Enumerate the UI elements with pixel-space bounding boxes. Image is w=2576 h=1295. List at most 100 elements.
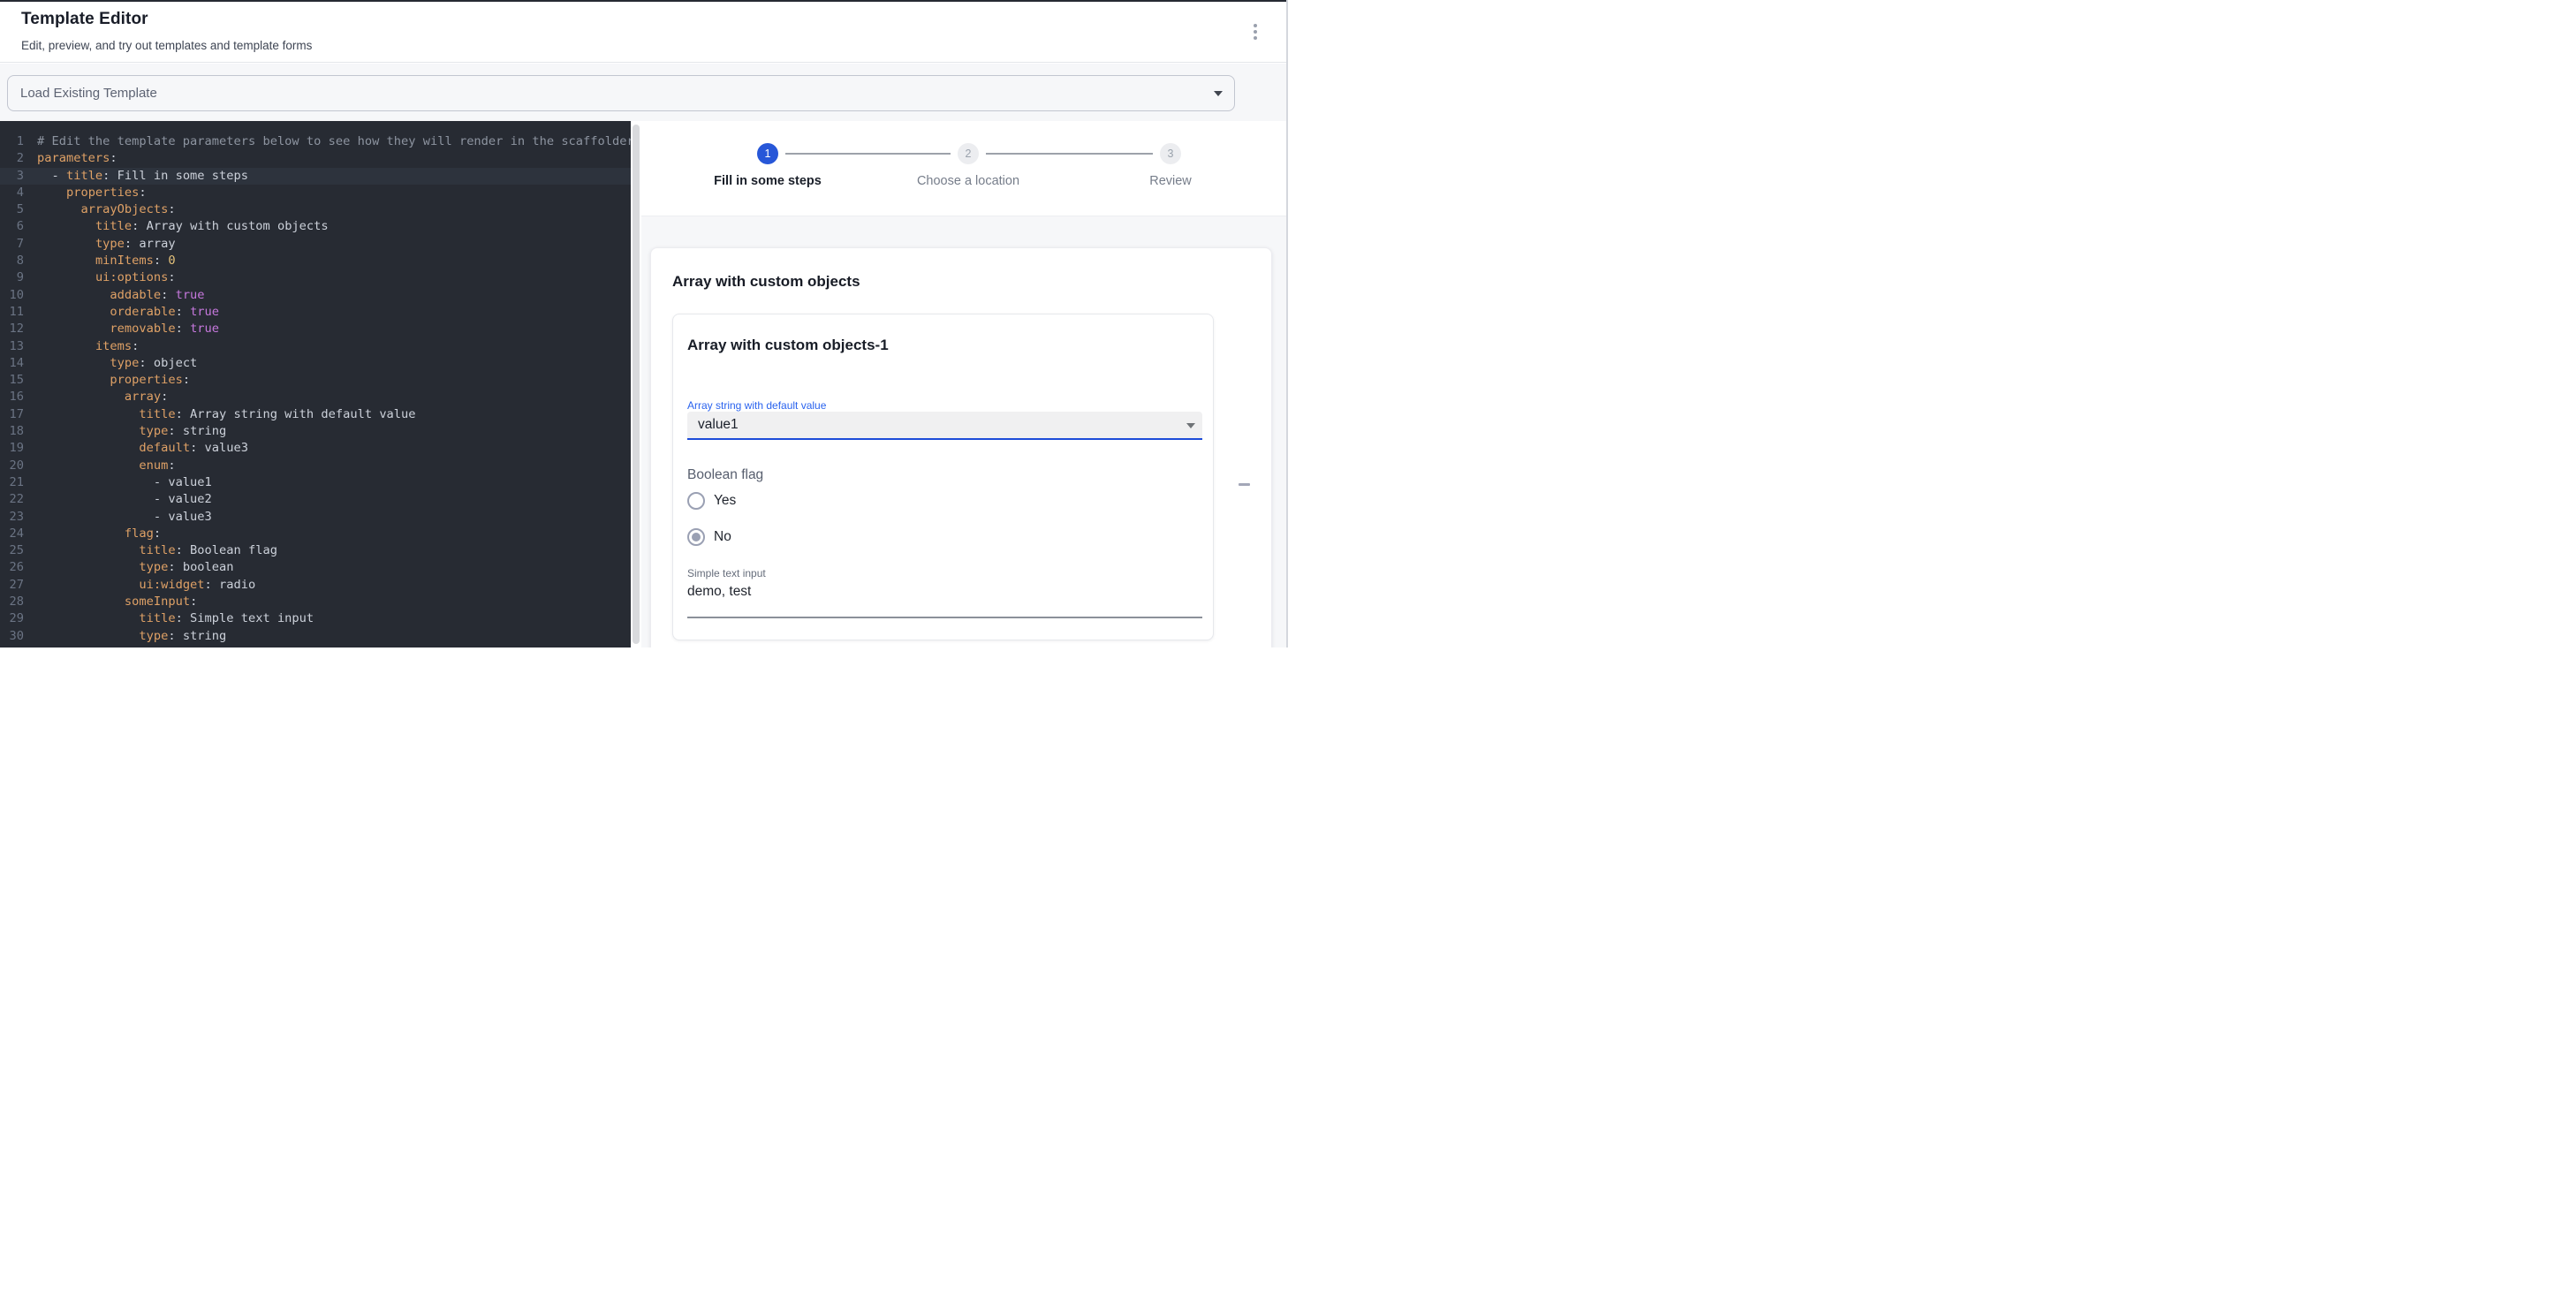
minus-icon — [1239, 483, 1250, 486]
code-line: 27 ui:widget: radio — [0, 577, 631, 594]
dropdown-arrow-icon — [1214, 91, 1223, 96]
code-line: 7 type: array — [0, 236, 631, 253]
code-line: 22 - value2 — [0, 491, 631, 508]
line-number: 10 — [0, 287, 30, 304]
line-number: 13 — [0, 338, 30, 355]
stepper: 1 2 3 Fill in some steps Choose a locati… — [641, 121, 1286, 216]
code-line: 5 arrayObjects: — [0, 201, 631, 218]
line-number: 6 — [0, 218, 30, 235]
line-number: 3 — [0, 168, 30, 185]
code-line: 9 ui:options: — [0, 269, 631, 286]
line-number: 14 — [0, 355, 30, 372]
text-input-underline — [687, 617, 1202, 618]
radio-yes-circle[interactable] — [687, 492, 705, 510]
form-paper: Array with custom objects Array with cus… — [650, 247, 1272, 648]
code-line: 6 title: Array with custom objects — [0, 218, 631, 235]
array-item-title: Array with custom objects-1 — [687, 337, 889, 354]
boolean-flag-label: Boolean flag — [687, 467, 763, 483]
line-number: 18 — [0, 423, 30, 440]
array-section-title: Array with custom objects — [672, 273, 860, 291]
radio-no-circle[interactable] — [687, 528, 705, 546]
line-number: 16 — [0, 389, 30, 405]
code-line: 26 type: boolean — [0, 559, 631, 576]
code-line: 29 title: Simple text input — [0, 610, 631, 627]
step-2-circle[interactable]: 2 — [958, 143, 979, 164]
line-number: 11 — [0, 304, 30, 321]
code-line: 12 removable: true — [0, 321, 631, 337]
yaml-code-editor[interactable]: 1# Edit the template parameters below to… — [0, 121, 631, 648]
code-line: 17 title: Array string with default valu… — [0, 406, 631, 423]
step-3-circle[interactable]: 3 — [1160, 143, 1181, 164]
editor-scrollbar-track — [631, 121, 641, 648]
code-line: 1# Edit the template parameters below to… — [0, 133, 631, 150]
code-line: 14 type: object — [0, 355, 631, 372]
radio-selected-dot — [692, 533, 701, 541]
code-line: 8 minItems: 0 — [0, 253, 631, 269]
toolbar: Load Existing Template — [0, 64, 1286, 121]
code-line: 23 - value3 — [0, 509, 631, 526]
line-number: 28 — [0, 594, 30, 610]
line-number: 23 — [0, 509, 30, 526]
simple-text-input[interactable]: demo, test — [687, 584, 751, 600]
line-number: 1 — [0, 133, 30, 150]
code-line: 20 enum: — [0, 458, 631, 474]
step-connector — [785, 153, 951, 155]
radio-option-yes[interactable]: Yes — [687, 490, 736, 511]
code-line: 2parameters: — [0, 150, 631, 167]
line-number: 7 — [0, 236, 30, 253]
remove-array-item-button[interactable] — [1231, 474, 1257, 494]
code-line: 10 addable: true — [0, 287, 631, 304]
code-line: 15 properties: — [0, 372, 631, 389]
code-line: 11 orderable: true — [0, 304, 631, 321]
template-editor-app: Template Editor Edit, preview, and try o… — [0, 0, 1288, 648]
line-number: 24 — [0, 526, 30, 542]
line-number: 12 — [0, 321, 30, 337]
line-number: 29 — [0, 610, 30, 627]
line-number: 20 — [0, 458, 30, 474]
select-field-label: Array string with default value — [687, 399, 826, 412]
line-number: 26 — [0, 559, 30, 576]
load-existing-template-select[interactable]: Load Existing Template — [7, 75, 1235, 111]
line-number: 15 — [0, 372, 30, 389]
main-content: 1# Edit the template parameters below to… — [0, 121, 1286, 648]
code-line: 13 items: — [0, 338, 631, 355]
select-value: value1 — [698, 417, 739, 433]
line-number: 5 — [0, 201, 30, 218]
line-number: 9 — [0, 269, 30, 286]
page-subtitle: Edit, preview, and try out templates and… — [21, 39, 312, 52]
code-line: 30 type: string — [0, 628, 631, 645]
code-line: 16 array: — [0, 389, 631, 405]
form-preview-panel: 1 2 3 Fill in some steps Choose a locati… — [641, 121, 1286, 648]
code-line: 18 type: string — [0, 423, 631, 440]
text-field-label: Simple text input — [687, 567, 766, 579]
array-item-card: Array with custom objects-1 Array string… — [672, 314, 1214, 640]
line-number: 27 — [0, 577, 30, 594]
select-caret-icon — [1186, 423, 1195, 428]
radio-option-no[interactable]: No — [687, 526, 731, 548]
array-string-select[interactable]: value1 — [687, 412, 1202, 440]
step-2-label: Choose a location — [871, 174, 1065, 188]
line-number: 4 — [0, 185, 30, 201]
code-line: 4 properties: — [0, 185, 631, 201]
kebab-menu-icon — [1254, 24, 1257, 27]
step-connector — [986, 153, 1153, 155]
step-3-label: Review — [1073, 174, 1268, 188]
code-line: 28 someInput: — [0, 594, 631, 610]
line-number: 19 — [0, 440, 30, 457]
step-1-label: Fill in some steps — [671, 174, 865, 188]
step-1-circle[interactable]: 1 — [757, 143, 778, 164]
line-number: 30 — [0, 628, 30, 645]
code-line: 3 - title: Fill in some steps — [0, 168, 631, 185]
code-line: 19 default: value3 — [0, 440, 631, 457]
line-number: 2 — [0, 150, 30, 167]
editor-scrollbar-thumb[interactable] — [633, 125, 640, 644]
header: Template Editor Edit, preview, and try o… — [0, 2, 1286, 63]
page-title: Template Editor — [21, 10, 148, 29]
line-number: 21 — [0, 474, 30, 491]
kebab-menu-button[interactable] — [1243, 17, 1268, 47]
load-select-placeholder: Load Existing Template — [20, 86, 157, 101]
code-line: 21 - value1 — [0, 474, 631, 491]
code-line: 24 flag: — [0, 526, 631, 542]
code-line: 25 title: Boolean flag — [0, 542, 631, 559]
line-number: 25 — [0, 542, 30, 559]
